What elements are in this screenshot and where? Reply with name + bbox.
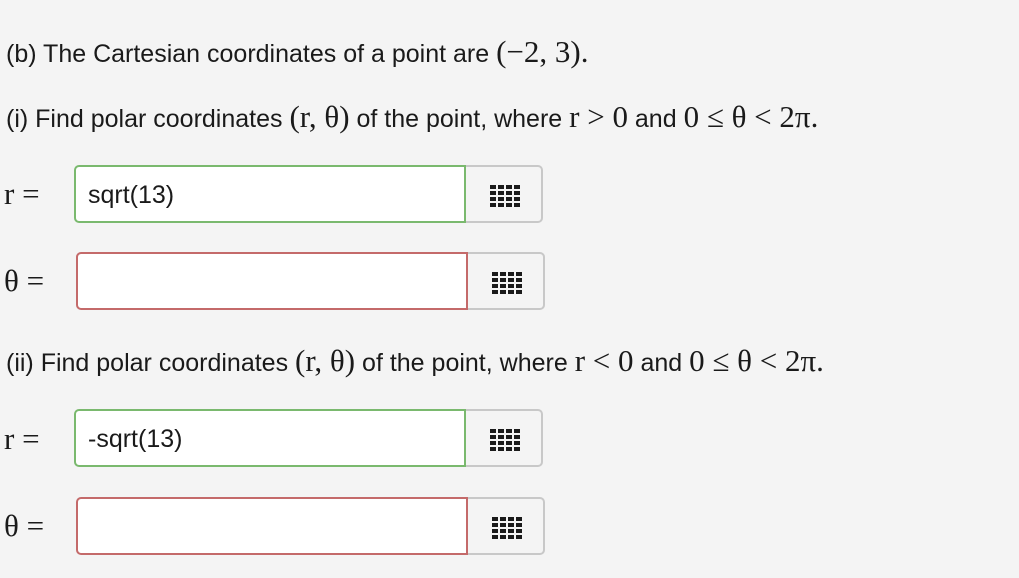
keypad-icon	[490, 429, 520, 451]
keypad-icon	[492, 272, 522, 294]
part-ii-r-input[interactable]: -sqrt(13)	[74, 409, 466, 467]
part-i-r-condition: r > 0	[569, 99, 628, 134]
part-ii-prefix: (ii) Find polar coordinates	[6, 349, 296, 377]
part-ii-statement: (ii) Find polar coordinates (r, θ) of th…	[6, 345, 824, 376]
part-i-mid: of the point, where	[349, 105, 570, 133]
part-i-r-value: sqrt(13)	[88, 181, 175, 209]
part-i-coords: (r, θ)	[289, 99, 350, 134]
part-ii-theta-keypad-button[interactable]	[468, 497, 545, 555]
part-i-statement: (i) Find polar coordinates (r, θ) of the…	[6, 101, 818, 132]
part-i-theta-input[interactable]	[76, 252, 468, 310]
part-ii-and: and	[633, 349, 690, 377]
keypad-icon	[490, 185, 520, 207]
part-ii-r-condition: r < 0	[574, 343, 634, 378]
part-b-statement: (b) The Cartesian coordinates of a point…	[6, 36, 588, 67]
part-ii-theta-input[interactable]	[76, 497, 468, 555]
part-i-r-keypad-button[interactable]	[466, 165, 543, 223]
part-ii-end: .	[816, 343, 824, 378]
point-coordinates: (−2, 3)	[496, 34, 581, 69]
part-i-theta-condition: 0 ≤ θ < 2π	[683, 99, 811, 134]
part-b-prefix: (b) The Cartesian coordinates of a point…	[6, 40, 497, 68]
part-ii-theta-condition: 0 ≤ θ < 2π	[689, 343, 817, 378]
part-i-prefix: (i) Find polar coordinates	[6, 105, 290, 133]
part-ii-mid: of the point, where	[355, 349, 575, 377]
part-ii-r-value: -sqrt(13)	[88, 425, 183, 453]
part-i-end: .	[810, 99, 819, 134]
part-i-theta-keypad-button[interactable]	[468, 252, 545, 310]
part-b-suffix: .	[580, 34, 589, 69]
part-ii-coords: (r, θ)	[295, 343, 356, 378]
part-i-and: and	[627, 105, 684, 133]
keypad-icon	[492, 517, 522, 539]
part-ii-r-label: r =	[4, 421, 40, 456]
part-i-theta-label: θ =	[4, 263, 45, 298]
part-i-r-input[interactable]: sqrt(13)	[74, 165, 466, 223]
part-ii-theta-label: θ =	[4, 508, 45, 543]
part-ii-r-keypad-button[interactable]	[466, 409, 543, 467]
part-i-r-label: r =	[4, 176, 40, 211]
